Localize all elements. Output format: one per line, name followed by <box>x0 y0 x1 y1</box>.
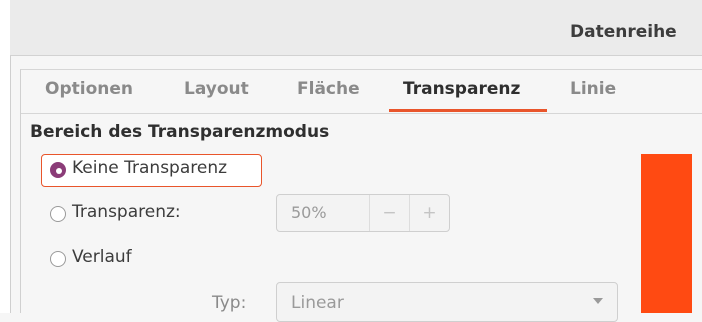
gradient-type-select[interactable]: Linear <box>276 282 618 322</box>
tab-flaeche[interactable]: Fläche <box>297 79 360 99</box>
gradient-type-label: Typ: <box>212 293 247 313</box>
section-title: Bereich des Transparenzmodus <box>30 122 330 142</box>
radio-none-label[interactable]: Keine Transparenz <box>72 158 227 178</box>
radio-gradient-label[interactable]: Verlauf <box>72 247 132 267</box>
transparency-spinbox[interactable]: 50% − + <box>276 194 450 232</box>
transparency-value[interactable]: 50% <box>291 203 327 222</box>
tab-bar: Optionen Layout Fläche Transparenz Linie <box>21 70 702 114</box>
gradient-type-value[interactable]: Linear <box>291 293 344 313</box>
tab-layout[interactable]: Layout <box>184 79 249 99</box>
tab-transparenz[interactable]: Transparenz <box>403 79 520 99</box>
radio-transparency-label[interactable]: Transparenz: <box>72 202 181 222</box>
chevron-down-icon[interactable] <box>593 298 603 304</box>
title-bar: Datenreihe <box>10 0 702 56</box>
tab-optionen[interactable]: Optionen <box>45 79 133 99</box>
decrement-button[interactable]: − <box>369 195 409 231</box>
radio-transparency[interactable] <box>50 206 66 222</box>
active-tab-indicator <box>389 109 547 112</box>
tab-linie[interactable]: Linie <box>570 79 616 99</box>
transparency-preview <box>641 154 692 313</box>
radio-none[interactable] <box>50 162 66 178</box>
dialog-body: Optionen Layout Fläche Transparenz Linie <box>20 69 702 313</box>
increment-button[interactable]: + <box>409 195 449 231</box>
window-title: Datenreihe <box>570 22 677 42</box>
radio-gradient[interactable] <box>50 251 66 267</box>
